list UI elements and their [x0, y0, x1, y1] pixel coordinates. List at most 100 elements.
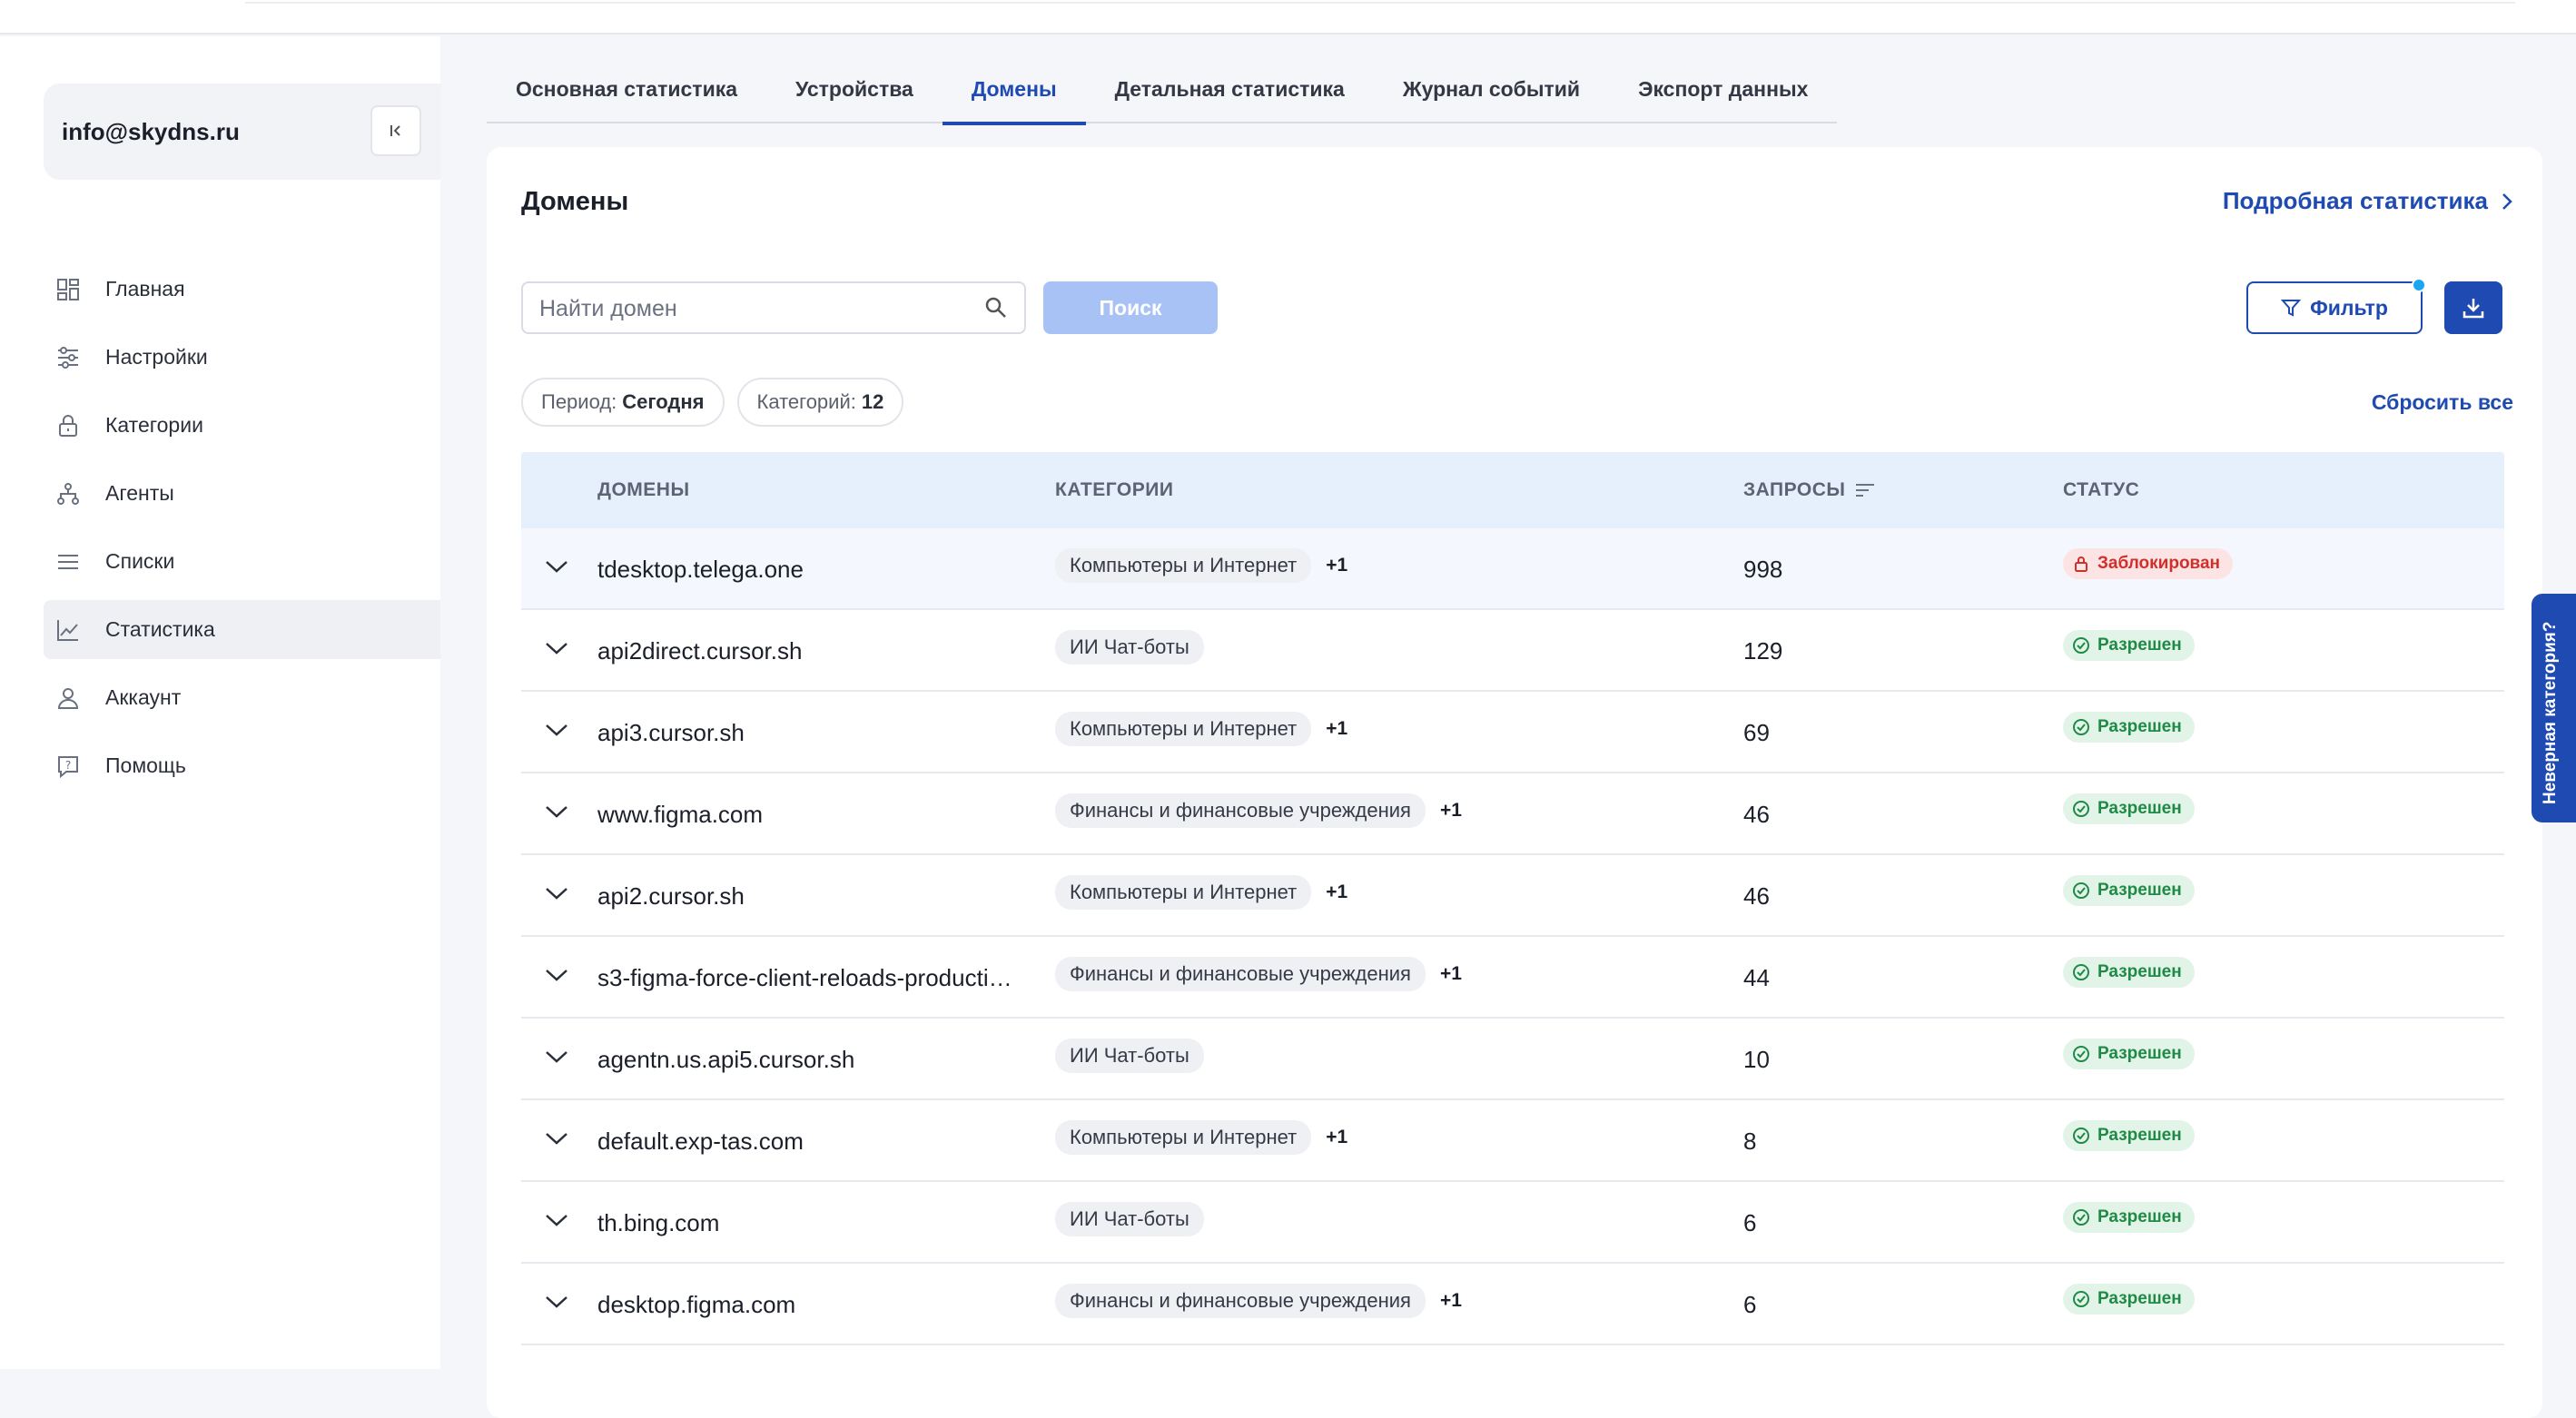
domain-name: desktop.figma.com [597, 1291, 796, 1318]
status-badge: Разрешен [2063, 1120, 2195, 1151]
table-row[interactable]: agentn.us.api5.cursor.sh ИИ Чат-боты 10 … [521, 1019, 2504, 1100]
domain-search-field[interactable] [521, 281, 1026, 334]
chevron-down-icon[interactable] [545, 968, 568, 982]
download-button[interactable] [2444, 281, 2502, 334]
table-row[interactable]: api2direct.cursor.sh ИИ Чат-боты 129 Раз… [521, 610, 2504, 692]
list-icon [54, 548, 82, 576]
sidebar-item-label: Помощь [105, 753, 186, 777]
chevron-right-icon [2502, 192, 2512, 210]
sidebar-item-settings[interactable]: Настройки [44, 328, 440, 387]
more-categories-count[interactable]: +1 [1326, 555, 1347, 576]
check-circle-icon [2073, 882, 2089, 899]
tab-domains[interactable]: Домены [942, 65, 1086, 125]
tab-main-stats[interactable]: Основная статистика [487, 65, 766, 123]
download-icon [2462, 299, 2484, 319]
table-row[interactable]: th.bing.com ИИ Чат-боты 6 Разрешен [521, 1182, 2504, 1264]
chevron-down-icon[interactable] [545, 1213, 568, 1227]
network-icon [54, 480, 82, 507]
more-categories-count[interactable]: +1 [1440, 963, 1462, 985]
sidebar-nav: Главная Настройки Категории Агенты Списк… [44, 260, 440, 804]
category-tag: Компьютеры и Интернет [1055, 1120, 1312, 1155]
tab-event-log[interactable]: Журнал событий [1374, 65, 1609, 123]
sidebar-item-help[interactable]: ? Помощь [44, 736, 440, 795]
search-icon[interactable] [984, 296, 1008, 320]
status-badge: Разрешен [2063, 1202, 2195, 1233]
more-categories-count[interactable]: +1 [1440, 1290, 1462, 1312]
table-body: tdesktop.telega.one Компьютеры и Интерне… [521, 528, 2504, 1345]
tab-devices[interactable]: Устройства [766, 65, 943, 123]
page-title: Домены [521, 187, 629, 216]
category-tag: Финансы и финансовые учреждения [1055, 957, 1426, 991]
categories-chip[interactable]: Категорий: 12 [736, 378, 904, 427]
domain-search-input[interactable] [539, 292, 966, 325]
domain-categories: Компьютеры и Интернет +1 [1055, 875, 1347, 910]
sidebar-item-account[interactable]: Аккаунт [44, 668, 440, 727]
sidebar-item-label: Аккаунт [105, 685, 182, 709]
request-count: 6 [1743, 1291, 1757, 1318]
reset-all-link[interactable]: Сбросить все [2372, 390, 2513, 415]
filter-button-label: Фильтр [2310, 295, 2388, 320]
domain-categories: Компьютеры и Интернет +1 [1055, 1120, 1347, 1155]
sidebar-item-categories[interactable]: Категории [44, 396, 440, 455]
period-chip[interactable]: Период: Сегодня [521, 378, 725, 427]
table-header: ДОМЕНЫ КАТЕГОРИИ ЗАПРОСЫ СТАТУС [521, 452, 2504, 528]
more-categories-count[interactable]: +1 [1440, 800, 1462, 822]
status-badge: Разрешен [2063, 630, 2195, 661]
status-label: Заблокирован [2097, 554, 2221, 573]
more-categories-count[interactable]: +1 [1326, 718, 1347, 740]
sidebar-item-lists[interactable]: Списки [44, 532, 440, 591]
domain-name: tdesktop.telega.one [597, 556, 804, 583]
filter-button[interactable]: Фильтр [2246, 278, 2426, 334]
chevron-down-icon[interactable] [545, 723, 568, 737]
sort-icon[interactable] [1854, 481, 1876, 499]
chevron-down-icon[interactable] [545, 886, 568, 901]
status-label: Разрешен [2097, 717, 2182, 736]
check-circle-icon [2073, 1046, 2089, 1062]
chevron-down-icon[interactable] [545, 559, 568, 574]
wrong-category-tab-label: Неверная категория? [2541, 621, 2560, 805]
status-label: Разрешен [2097, 1207, 2182, 1226]
status-label: Разрешен [2097, 799, 2182, 818]
request-count: 10 [1743, 1046, 1770, 1073]
tab-data-export[interactable]: Экспорт данных [1609, 65, 1837, 123]
chevron-down-icon[interactable] [545, 1131, 568, 1146]
table-row[interactable]: s3-figma-force-client-reloads-producti… … [521, 937, 2504, 1019]
status-badge: Разрешен [2063, 957, 2195, 988]
sidebar-item-statistics[interactable]: Статистика [44, 600, 440, 659]
chevron-down-icon[interactable] [545, 1049, 568, 1064]
check-circle-icon [2073, 637, 2089, 654]
domain-name: th.bing.com [597, 1209, 720, 1236]
detailed-stats-link[interactable]: Подробная статистика [2223, 187, 2513, 215]
category-tag: Компьютеры и Интернет [1055, 548, 1312, 583]
chevron-down-icon[interactable] [545, 641, 568, 655]
table-row[interactable]: www.figma.com Финансы и финансовые учреж… [521, 773, 2504, 855]
help-icon: ? [54, 753, 82, 780]
sidebar-item-label: Статистика [105, 617, 215, 641]
table-row[interactable]: tdesktop.telega.one Компьютеры и Интерне… [521, 528, 2504, 610]
status-label: Разрешен [2097, 1289, 2182, 1308]
check-circle-icon [2073, 1209, 2089, 1226]
collapse-sidebar-button[interactable] [370, 105, 421, 156]
column-header-requests[interactable]: ЗАПРОСЫ [1743, 479, 1876, 501]
more-categories-count[interactable]: +1 [1326, 1127, 1347, 1148]
sidebar-item-home[interactable]: Главная [44, 260, 440, 319]
wrong-category-tab[interactable]: Неверная категория? [2532, 594, 2576, 822]
request-count: 69 [1743, 719, 1770, 746]
table-row[interactable]: api3.cursor.sh Компьютеры и Интернет +1 … [521, 692, 2504, 773]
request-count: 998 [1743, 556, 1783, 583]
table-row[interactable]: desktop.figma.com Финансы и финансовые у… [521, 1264, 2504, 1345]
active-filters: Период: Сегодня Категорий: 12 [521, 378, 904, 427]
category-tag: Компьютеры и Интернет [1055, 875, 1312, 910]
table-row[interactable]: default.exp-tas.com Компьютеры и Интерне… [521, 1100, 2504, 1182]
account-card: info@skydns.ru [44, 84, 441, 180]
more-categories-count[interactable]: +1 [1326, 881, 1347, 903]
table-row[interactable]: api2.cursor.sh Компьютеры и Интернет +1 … [521, 855, 2504, 937]
search-button[interactable]: Поиск [1043, 281, 1218, 334]
check-circle-icon [2073, 1291, 2089, 1307]
sidebar-item-agents[interactable]: Агенты [44, 464, 440, 523]
svg-text:?: ? [65, 759, 71, 772]
domain-categories: ИИ Чат-боты [1055, 1039, 1204, 1073]
chevron-down-icon[interactable] [545, 1295, 568, 1309]
tab-detailed-stats[interactable]: Детальная статистика [1086, 65, 1374, 123]
chevron-down-icon[interactable] [545, 804, 568, 819]
